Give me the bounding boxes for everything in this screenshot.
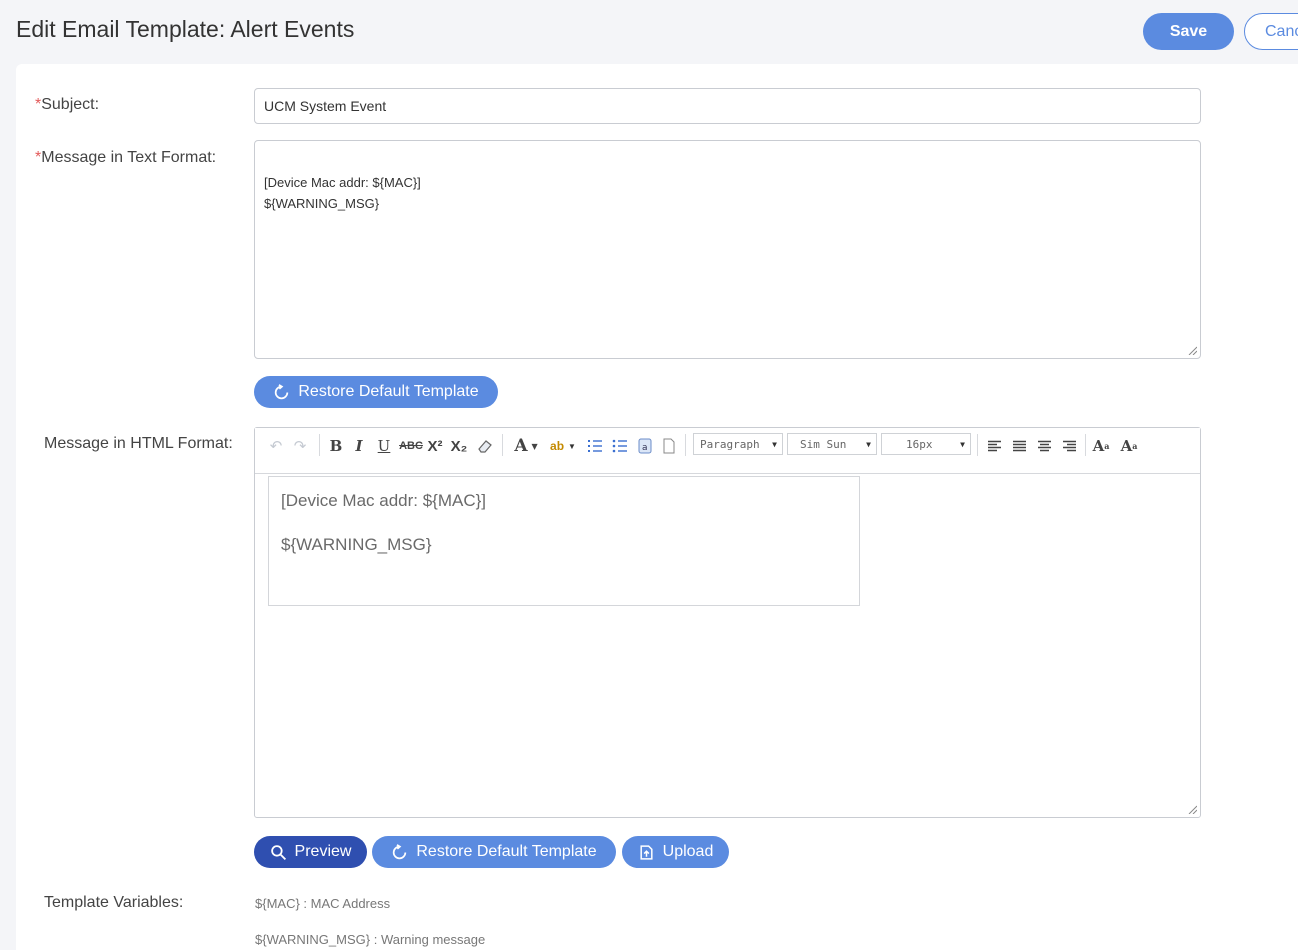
preview-label: Preview — [294, 843, 352, 860]
insert-code-icon[interactable]: a — [637, 436, 653, 456]
template-variable-item: ${MAC} : MAC Address — [255, 896, 391, 911]
restore-default-template-label: Restore Default Template — [416, 843, 597, 860]
unordered-list-icon[interactable] — [611, 436, 629, 456]
superscript-icon[interactable]: X² — [427, 436, 443, 456]
refresh-icon — [275, 383, 289, 399]
toolbar-divider — [685, 434, 686, 456]
toolbar-divider — [319, 434, 320, 456]
align-right-icon[interactable] — [1060, 436, 1078, 456]
text-format-textarea[interactable]: [Device Mac addr: ${MAC}] ${WARNING_MSG} — [254, 140, 1201, 359]
undo-icon[interactable]: ↶ — [267, 436, 285, 456]
font-size-select[interactable]: 16px ▼ — [881, 433, 971, 455]
restore-default-template-button-2[interactable]: Restore Default Template — [372, 836, 616, 868]
subscript-icon[interactable]: X₂ — [450, 436, 468, 456]
chevron-down-icon: ▼ — [772, 440, 777, 449]
align-justify-icon[interactable] — [1010, 436, 1028, 456]
subject-input[interactable]: UCM System Event — [254, 88, 1201, 124]
align-center-icon[interactable] — [1035, 436, 1053, 456]
ordered-list-icon[interactable] — [586, 436, 604, 456]
subject-label-text: Subject: — [41, 96, 100, 113]
html-format-label: Message in HTML Format: — [44, 435, 233, 453]
align-left-icon[interactable] — [985, 436, 1003, 456]
font-increase-icon[interactable]: Aa — [1091, 436, 1111, 456]
cancel-button[interactable]: Cancel — [1244, 13, 1298, 50]
chevron-down-icon: ▼ — [866, 440, 871, 449]
toolbar-divider — [977, 434, 978, 456]
html-editor[interactable]: ↶ ↷ B I U ABC X² X₂ A ▼ ab ▼ a Paragraph ▼ — [254, 427, 1201, 818]
text-format-label-text: Message in Text Format: — [41, 149, 217, 166]
paragraph-select-value: Paragraph — [700, 437, 760, 451]
toolbar-divider — [1085, 434, 1086, 456]
html-content-line: ${WARNING_MSG} — [281, 535, 432, 554]
eraser-icon[interactable] — [474, 436, 496, 456]
bold-icon[interactable]: B — [327, 436, 345, 456]
svg-text:a: a — [642, 443, 648, 453]
search-icon — [270, 844, 286, 860]
html-format-label-text: Message in HTML Format: — [44, 435, 233, 452]
editor-toolbar: ↶ ↷ B I U ABC X² X₂ A ▼ ab ▼ a Paragraph ▼ — [255, 428, 1200, 474]
html-content-line: [Device Mac addr: ${MAC}] — [281, 491, 487, 510]
refresh-icon — [393, 843, 407, 859]
font-family-select[interactable]: Sim Sun ▼ — [787, 433, 877, 455]
font-family-select-value: Sim Sun — [800, 437, 847, 451]
resize-grip-icon[interactable] — [1188, 805, 1197, 814]
font-decrease-icon[interactable]: Aa — [1119, 436, 1139, 456]
subject-value: UCM System Event — [264, 98, 387, 114]
template-variable-item: ${WARNING_MSG} : Warning message — [255, 932, 486, 947]
chevron-down-icon: ▼ — [960, 440, 965, 449]
html-content-area[interactable]: [Device Mac addr: ${MAC}] ${WARNING_MSG} — [268, 476, 860, 606]
paragraph-select[interactable]: Paragraph ▼ — [693, 433, 783, 455]
font-size-select-value: 16px — [906, 437, 933, 451]
text-format-label: *Message in Text Format: — [35, 149, 216, 167]
strikethrough-icon[interactable]: ABC — [399, 436, 423, 456]
redo-icon[interactable]: ↷ — [291, 436, 309, 456]
restore-default-template-button[interactable]: Restore Default Template — [254, 376, 498, 408]
underline-icon[interactable]: U — [375, 436, 393, 456]
upload-label: Upload — [662, 843, 714, 860]
subject-label: *Subject: — [35, 96, 99, 114]
document-icon[interactable] — [661, 436, 677, 456]
font-color-icon[interactable]: A ▼ — [511, 436, 541, 456]
page-title: Edit Email Template: Alert Events — [16, 16, 355, 42]
text-format-value: [Device Mac addr: ${MAC}] ${WARNING_MSG} — [264, 175, 421, 211]
resize-grip-icon[interactable] — [1188, 346, 1197, 355]
page-header: Edit Email Template: Alert Events Save C… — [0, 0, 1298, 62]
upload-icon — [640, 844, 653, 860]
save-button[interactable]: Save — [1143, 13, 1234, 50]
preview-button[interactable]: Preview — [254, 836, 367, 868]
toolbar-divider — [502, 434, 503, 456]
template-variables-label: Template Variables: — [44, 894, 184, 911]
upload-button[interactable]: Upload — [622, 836, 729, 868]
restore-default-template-label: Restore Default Template — [298, 383, 479, 400]
italic-icon[interactable]: I — [350, 436, 368, 456]
highlight-color-icon[interactable]: ab ▼ — [547, 436, 579, 456]
